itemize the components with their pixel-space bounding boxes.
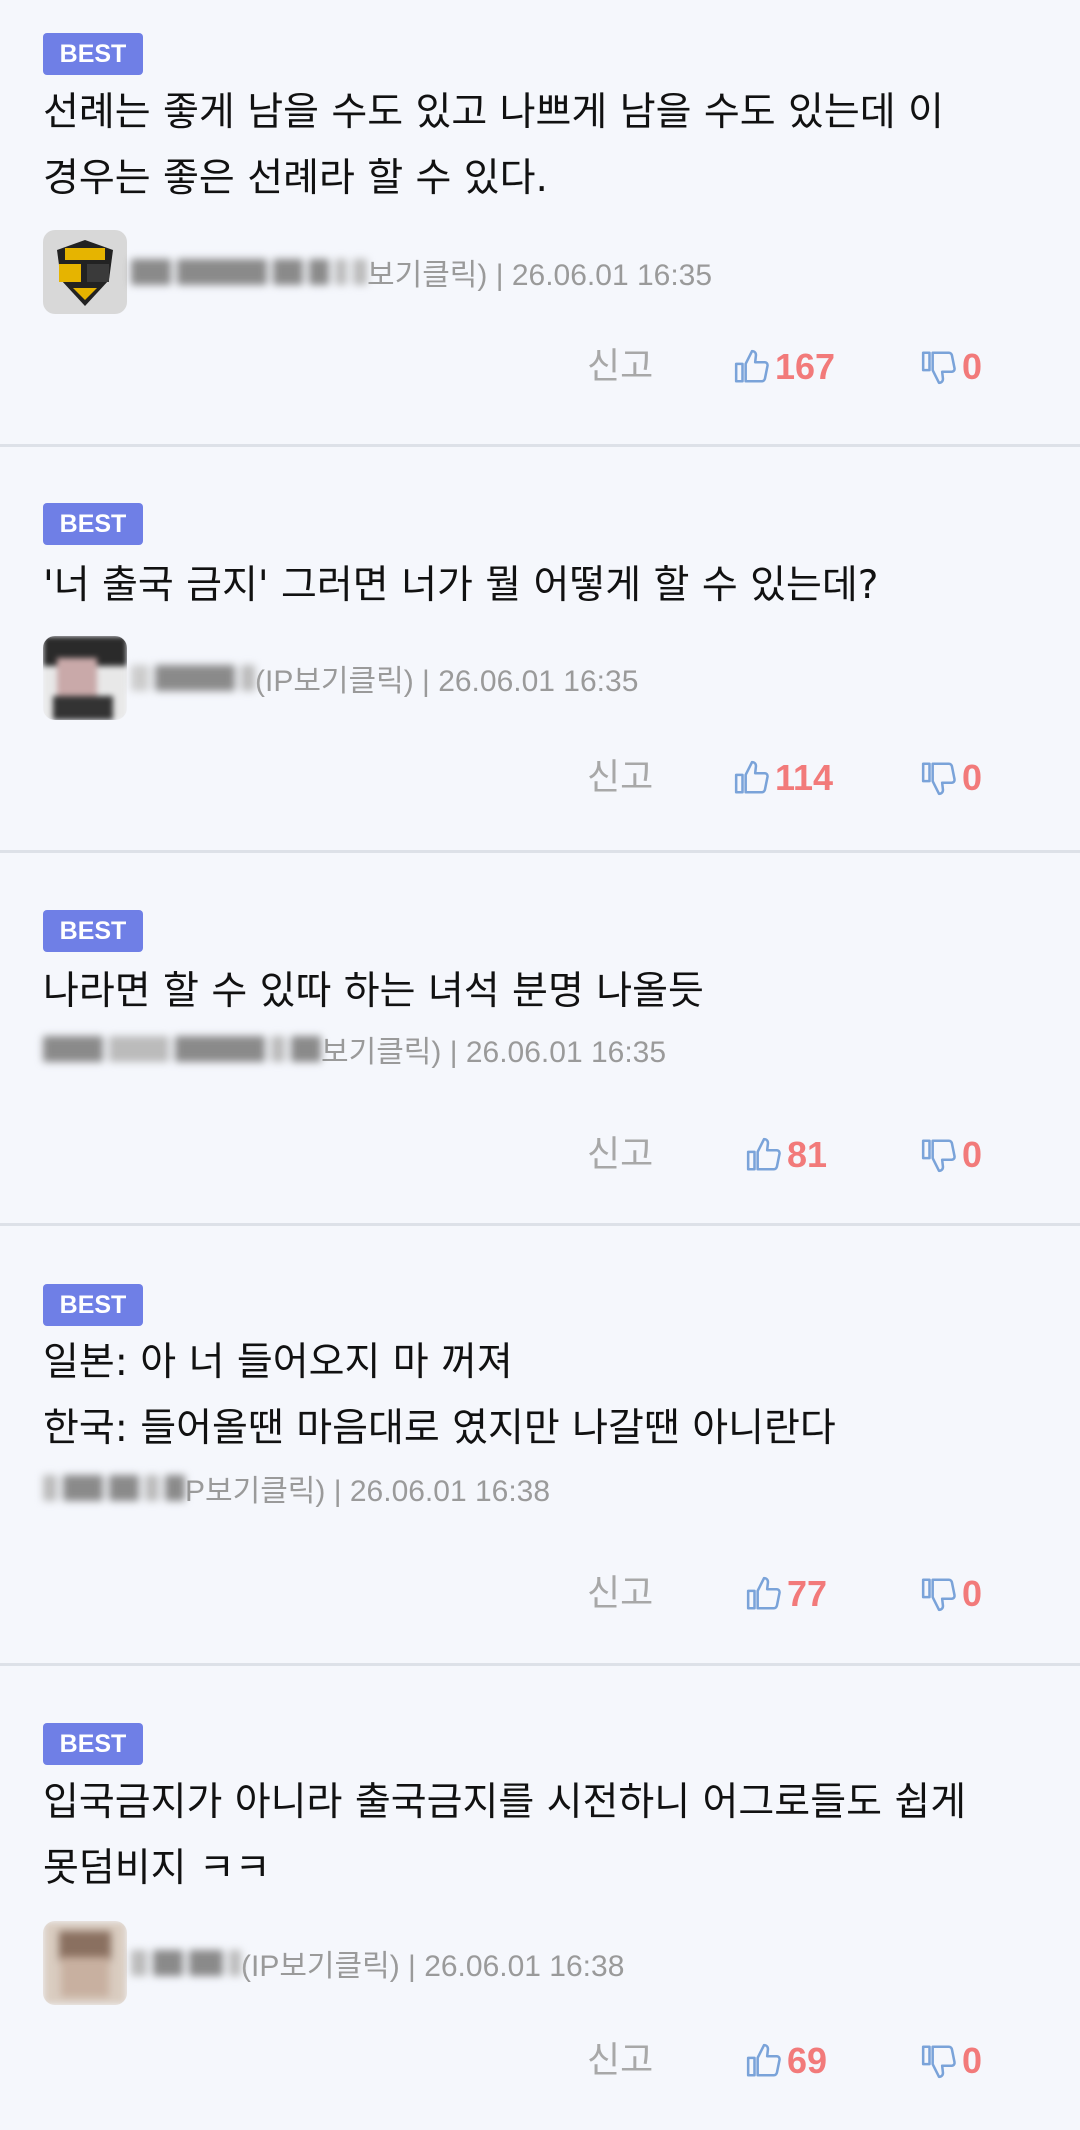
comment-text: 일본: 아 너 들어오지 마 꺼져 한국: 들어올땐 마음대로 였지만 나갈땐 … [43, 1330, 1050, 1462]
report-button[interactable]: 신고 [587, 2031, 653, 2091]
best-badge: BEST [43, 503, 143, 545]
comment-line: '너 출국 금지' 그러면 너가 뭘 어떻게 할 수 있는데? [43, 563, 879, 608]
thumbs-up-icon [734, 349, 769, 383]
avatar[interactable] [43, 1921, 127, 2005]
shield-badge-icon [43, 230, 127, 314]
like-count: 81 [787, 1134, 828, 1175]
like-count: 167 [775, 346, 836, 387]
report-button[interactable]: 신고 [587, 1125, 653, 1185]
dislike-count: 0 [962, 346, 983, 387]
comment-item: BEST 입국금지가 아니라 출국금지를 시전하니 어그로들도 쉽게 못덤비지 … [0, 1666, 1080, 2130]
comment-line: 입국금지가 아니라 출국금지를 시전하니 어그로들도 쉽게 [43, 1780, 967, 1825]
like-button[interactable]: 69 [745, 2031, 827, 2091]
blurred-nickname [131, 665, 255, 691]
like-button[interactable]: 167 [733, 337, 835, 397]
blurred-nickname [131, 259, 367, 285]
user-photo-icon [43, 636, 127, 720]
comment-text: '너 출국 금지' 그러면 너가 뭘 어떻게 할 수 있는데? [43, 553, 1050, 619]
thumbs-down-icon [921, 1578, 956, 1612]
comment-line: 선례는 좋게 남을 수도 있고 나쁘게 남을 수도 있는데 이 [43, 90, 944, 135]
dislike-count: 0 [962, 1573, 983, 1614]
like-button[interactable]: 81 [745, 1125, 827, 1185]
meta-info[interactable]: (IP보기클릭) | 26.06.01 16:35 [255, 656, 638, 700]
comment-item: BEST 선례는 좋게 남을 수도 있고 나쁘게 남을 수도 있는데 이 경우는… [0, 0, 1080, 447]
thumbs-down-icon [921, 1139, 956, 1173]
thumbs-down-icon [921, 351, 956, 385]
comment-item: BEST 일본: 아 너 들어오지 마 꺼져 한국: 들어올땐 마음대로 였지만… [0, 1226, 1080, 1666]
best-badge: BEST [43, 33, 143, 75]
meta-info[interactable]: 보기클릭) | 26.06.01 16:35 [367, 250, 712, 294]
thumbs-down-icon [921, 762, 956, 796]
comment-text: 나라면 할 수 있따 하는 녀석 분명 나올듯 [43, 959, 1050, 1025]
report-button[interactable]: 신고 [587, 748, 653, 808]
comment-item: BEST '너 출국 금지' 그러면 너가 뭘 어떻게 할 수 있는데? (IP… [0, 447, 1080, 853]
comment-meta: (IP보기클릭) | 26.06.01 16:35 [43, 636, 638, 720]
dislike-count: 0 [962, 757, 983, 798]
like-count: 114 [775, 757, 834, 798]
comment-line: 일본: 아 너 들어오지 마 꺼져 [43, 1340, 513, 1385]
comment-meta: P보기클릭) | 26.06.01 16:38 [43, 1463, 550, 1513]
comment-line: 한국: 들어올땐 마음대로 였지만 나갈땐 아니란다 [43, 1406, 836, 1451]
thumbs-up-icon [746, 1576, 781, 1610]
report-button[interactable]: 신고 [587, 337, 653, 397]
comment-line: 경우는 좋은 선례라 할 수 있다. [43, 156, 548, 201]
dislike-button[interactable]: 0 [920, 1564, 982, 1624]
comment-meta: 보기클릭) | 26.06.01 16:35 [43, 230, 712, 314]
user-photo-icon [43, 1921, 127, 2005]
thumbs-up-icon [746, 2043, 781, 2077]
avatar[interactable] [43, 230, 127, 314]
comment-item: BEST 나라면 할 수 있따 하는 녀석 분명 나올듯 보기클릭) | 26.… [0, 853, 1080, 1226]
best-badge: BEST [43, 910, 143, 952]
blurred-nickname [43, 1036, 321, 1062]
comment-actions: 신고 77 0 [0, 1564, 1080, 1624]
comment-line: 나라면 할 수 있따 하는 녀석 분명 나올듯 [43, 969, 704, 1014]
comment-meta: (IP보기클릭) | 26.06.01 16:38 [43, 1921, 624, 2005]
meta-info[interactable]: P보기클릭) | 26.06.01 16:38 [185, 1466, 550, 1510]
blurred-nickname [131, 1950, 241, 1976]
dislike-button[interactable]: 0 [920, 2031, 982, 2091]
avatar[interactable] [43, 636, 127, 720]
thumbs-up-icon [734, 760, 769, 794]
dislike-count: 0 [962, 2040, 983, 2081]
best-badge: BEST [43, 1284, 143, 1326]
comment-meta: 보기클릭) | 26.06.01 16:35 [43, 1024, 666, 1074]
like-count: 69 [787, 2040, 828, 2081]
dislike-count: 0 [962, 1134, 983, 1175]
thumbs-down-icon [921, 2045, 956, 2079]
comment-actions: 신고 69 0 [0, 2031, 1080, 2091]
blurred-nickname [43, 1475, 185, 1501]
comment-text: 선례는 좋게 남을 수도 있고 나쁘게 남을 수도 있는데 이 경우는 좋은 선… [43, 80, 1050, 212]
dislike-button[interactable]: 0 [920, 337, 982, 397]
comment-text: 입국금지가 아니라 출국금지를 시전하니 어그로들도 쉽게 못덤비지 ㅋㅋ [43, 1770, 1050, 1902]
best-badge: BEST [43, 1723, 143, 1765]
like-button[interactable]: 77 [745, 1564, 827, 1624]
comment-actions: 신고 114 0 [0, 748, 1080, 808]
comment-actions: 신고 167 0 [0, 337, 1080, 397]
comment-line: 못덤비지 ㅋㅋ [43, 1846, 271, 1891]
dislike-button[interactable]: 0 [920, 748, 982, 808]
meta-info[interactable]: 보기클릭) | 26.06.01 16:35 [321, 1027, 666, 1071]
dislike-button[interactable]: 0 [920, 1125, 982, 1185]
report-button[interactable]: 신고 [587, 1564, 653, 1624]
like-count: 77 [787, 1573, 828, 1614]
meta-info[interactable]: (IP보기클릭) | 26.06.01 16:38 [241, 1941, 624, 1985]
comment-actions: 신고 81 0 [0, 1125, 1080, 1185]
like-button[interactable]: 114 [733, 748, 833, 808]
thumbs-up-icon [746, 1137, 781, 1171]
